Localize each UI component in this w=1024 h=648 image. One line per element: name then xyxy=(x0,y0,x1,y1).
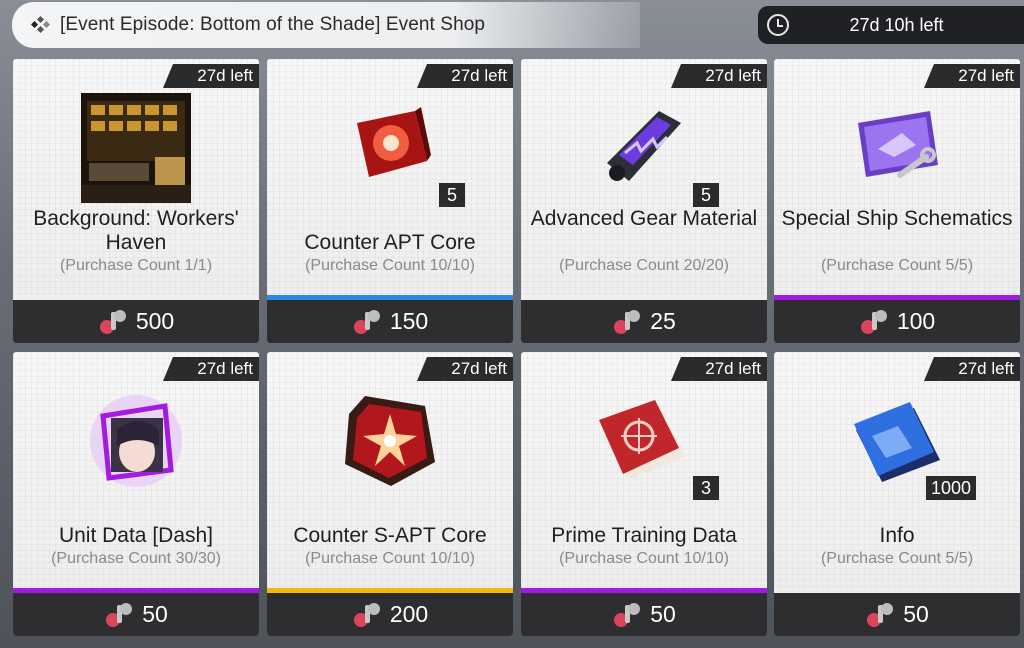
price-button[interactable]: 200 xyxy=(267,593,513,636)
price-value: 100 xyxy=(896,308,936,334)
event-timer: 27d 10h left xyxy=(758,6,1024,44)
purchase-count: (Purchase Count 10/10) xyxy=(305,257,475,274)
purchase-count: (Purchase Count 10/10) xyxy=(559,550,729,567)
ship-schematics-icon xyxy=(842,93,952,203)
purchase-count: (Purchase Count 5/5) xyxy=(820,257,974,274)
shop-title-bar: [Event Episode: Bottom of the Shade] Eve… xyxy=(12,2,640,48)
time-left-tag: 27d left xyxy=(671,64,767,88)
time-left-tag: 27d left xyxy=(417,357,513,381)
event-key-currency-icon xyxy=(352,308,382,336)
price-value: 200 xyxy=(389,601,429,627)
item-quantity: 5 xyxy=(693,183,719,207)
item-name: Counter APT Core xyxy=(304,231,476,254)
price-button[interactable]: 50 xyxy=(13,593,259,636)
unit-data-dash-icon xyxy=(81,386,191,496)
time-left-tag: 27d left xyxy=(924,64,1020,88)
shop-item-card[interactable]: 27d left 5 Counter APT Core (Purchase Co… xyxy=(267,59,513,343)
timer-text: 27d 10h left xyxy=(849,14,944,35)
shop-item-card[interactable]: 27d left Special Ship Schematics (Purcha… xyxy=(774,59,1020,343)
time-left-tag: 27d left xyxy=(163,64,259,88)
event-key-currency-icon xyxy=(104,601,134,629)
item-name: Prime Training Data xyxy=(551,524,737,547)
event-diamond-icon xyxy=(30,15,52,34)
shop-item-card[interactable]: 27d left Background: Workers' Haven (Pur… xyxy=(13,59,259,343)
item-quantity: 5 xyxy=(439,183,465,207)
purchase-count: (Purchase Count 1/1) xyxy=(59,257,213,274)
price-value: 50 xyxy=(903,601,929,627)
event-key-currency-icon xyxy=(612,308,642,336)
time-left-tag: 27d left xyxy=(163,357,259,381)
shop-item-card[interactable]: 27d left 3 Prime Training Data (Purchase… xyxy=(521,352,767,636)
clock-icon xyxy=(767,14,789,36)
price-value: 50 xyxy=(142,601,168,627)
shop-item-card[interactable]: 27d left Unit Data [Dash] (Purchase Coun… xyxy=(13,352,259,636)
purchase-count: (Purchase Count 20/20) xyxy=(559,257,729,274)
item-quantity: 1000 xyxy=(925,476,976,500)
purchase-count: (Purchase Count 10/10) xyxy=(305,550,475,567)
shop-title: [Event Episode: Bottom of the Shade] Eve… xyxy=(60,14,486,35)
purchase-count: (Purchase Count 30/30) xyxy=(51,550,221,567)
price-button[interactable]: 50 xyxy=(774,593,1020,636)
gear-material-icon xyxy=(589,93,699,203)
shop-item-card[interactable]: 27d left 5 Advanced Gear Material (Purch… xyxy=(521,59,767,343)
purchase-count: (Purchase Count 5/5) xyxy=(820,550,974,567)
price-button[interactable]: 100 xyxy=(774,300,1020,343)
price-value: 150 xyxy=(389,308,429,334)
apt-core-icon xyxy=(335,93,445,203)
item-name: Advanced Gear Material xyxy=(530,207,758,230)
event-key-currency-icon xyxy=(612,601,642,629)
price-button[interactable]: 500 xyxy=(13,300,259,343)
shop-item-card[interactable]: 27d left 1000 Info (Purchase Count 5/5) … xyxy=(774,352,1020,636)
item-name: Info xyxy=(879,524,915,547)
shop-item-card[interactable]: 27d left Counter S-APT Core (Purchase Co… xyxy=(267,352,513,636)
workers-haven-background-icon xyxy=(81,93,191,203)
item-name: Unit Data [Dash] xyxy=(58,524,214,547)
time-left-tag: 27d left xyxy=(671,357,767,381)
price-button[interactable]: 50 xyxy=(521,593,767,636)
time-left-tag: 27d left xyxy=(924,357,1020,381)
time-left-tag: 27d left xyxy=(417,64,513,88)
item-name: Counter S-APT Core xyxy=(293,524,487,547)
item-name: Background: Workers' Haven xyxy=(33,207,239,254)
price-button[interactable]: 150 xyxy=(267,300,513,343)
price-button[interactable]: 25 xyxy=(521,300,767,343)
event-key-currency-icon xyxy=(352,601,382,629)
item-quantity: 3 xyxy=(693,476,719,500)
price-value: 25 xyxy=(650,308,676,334)
event-key-currency-icon xyxy=(98,308,128,336)
event-key-currency-icon xyxy=(865,601,895,629)
training-data-book-icon xyxy=(589,386,699,496)
item-name: Special Ship Schematics xyxy=(781,207,1013,230)
price-value: 50 xyxy=(650,601,676,627)
s-apt-core-icon xyxy=(335,386,445,496)
price-value: 500 xyxy=(135,308,175,334)
event-key-currency-icon xyxy=(859,308,889,336)
